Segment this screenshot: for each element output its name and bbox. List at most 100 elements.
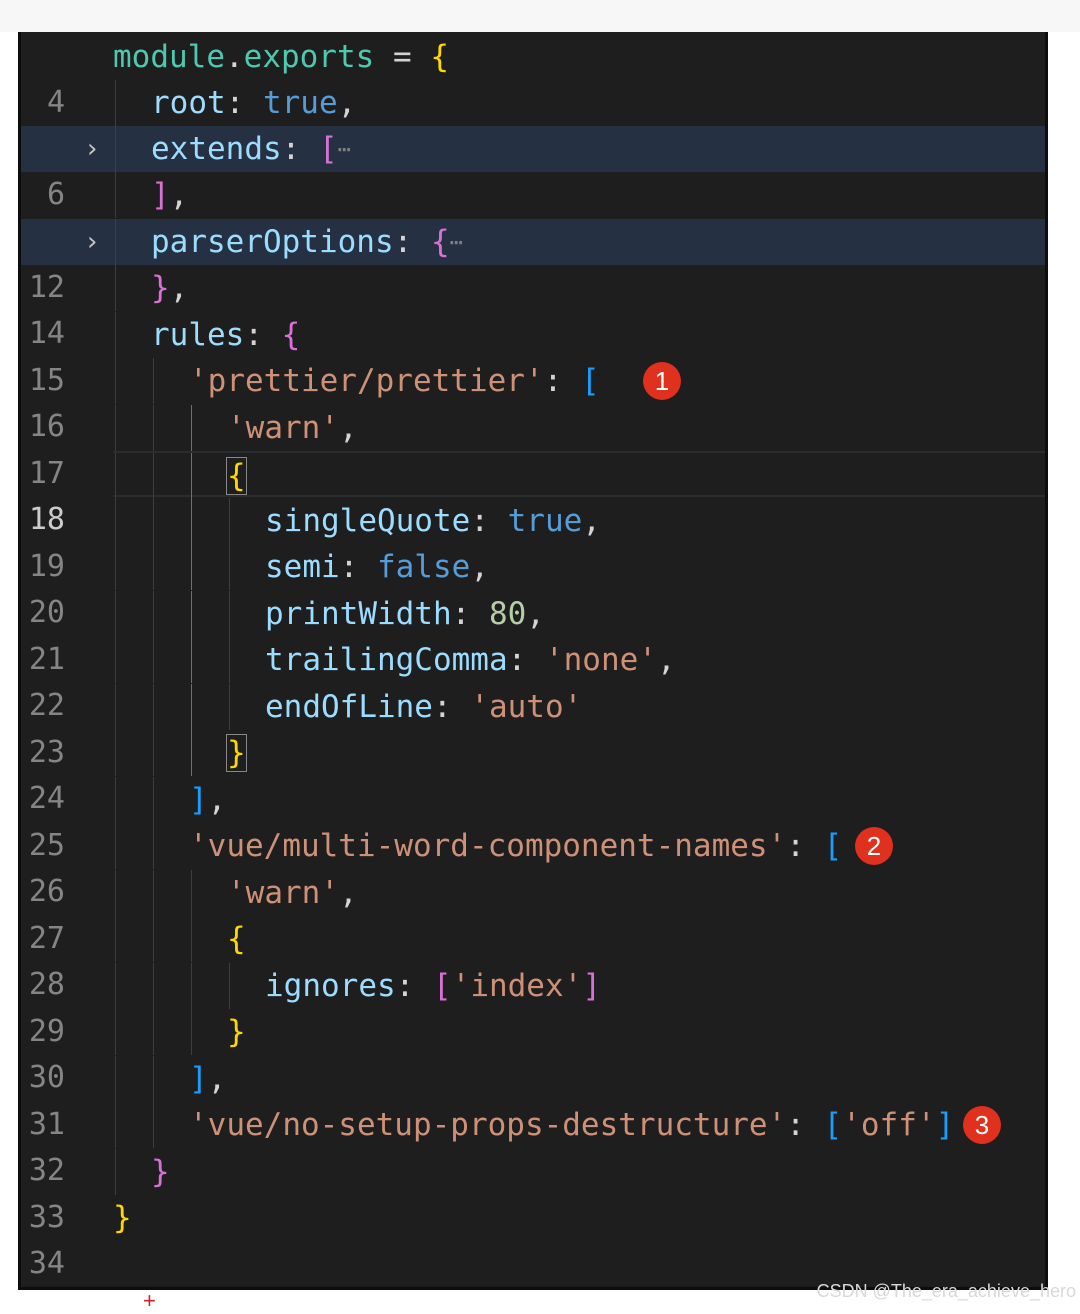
code-token: , [582,503,601,539]
code-token: exports [243,39,375,75]
indent-guide [191,544,192,590]
indent-guide [191,498,192,544]
code-token: : [507,642,545,678]
indent-guide [115,498,116,544]
code-token: , [207,1061,227,1097]
code-token: , [169,270,189,306]
indent-guide [115,172,116,218]
code-token: : [451,596,489,632]
code-token: { [227,921,246,957]
chevron-right-icon[interactable]: › [81,219,103,265]
code-line[interactable]: 26 'vue/multi-word-component-names': [ 2 [21,823,1045,909]
annotation-badge-1: 1 [643,362,681,400]
code-token: [ [318,131,338,167]
indent-guide [115,1149,116,1195]
code-line[interactable]: 16 'prettier/prettier': [ 1 [21,358,1045,444]
code-token: } [113,1200,132,1236]
code-token: semi [265,549,340,585]
indent-guide [191,453,192,499]
code-token: : [393,224,431,260]
code-line-folded[interactable]: 6 › extends: [⋯ [21,126,1045,212]
code-token: true [507,503,583,539]
indent-guide [115,1056,116,1102]
code-token: : [786,1107,824,1143]
indent-guide [115,80,116,126]
code-line[interactable]: 24 } [21,730,1045,816]
code-token: [ [580,363,600,399]
code-line[interactable]: 15 rules: { [21,312,1045,398]
indent-guide [115,219,116,265]
code-token: , [337,85,357,121]
indent-guide [153,498,154,544]
indent-guide [115,544,116,590]
code-line-current[interactable]: 18 { [21,451,1045,537]
code-token: [ [823,1107,843,1143]
code-token: 'index' [451,968,583,1004]
code-line[interactable]: 17 'warn', [21,405,1045,491]
code-line[interactable]: 22 trailingComma: 'none', [21,637,1045,723]
code-token: 'prettier/prettier' [189,363,544,399]
code-token: { [281,317,301,353]
code-token: : [786,828,824,864]
code-token: : [432,689,471,725]
code-token: trailingComma [265,642,508,678]
indent-guide [153,1102,154,1148]
code-line[interactable]: 19 singleQuote: true, [21,498,1045,584]
indent-guide [115,265,116,311]
code-token: 'warn' [227,410,339,446]
indent-guide [229,544,230,590]
indent-guide [153,777,154,823]
code-editor[interactable]: 4 module.exports = { 5 root: true, 6 › e… [18,32,1048,1290]
code-line[interactable]: 11 ], [21,172,1045,258]
code-token: 'vue/multi-word-component-names' [189,828,787,864]
code-token: printWidth [265,596,452,632]
code-line[interactable]: 28 { [21,916,1045,1002]
code-line[interactable]: 32 'vue/no-setup-props-destructure': ['o… [21,1102,1045,1188]
code-token: : [470,503,508,539]
code-token: ] [935,1107,955,1143]
code-token: [ [432,968,452,1004]
code-line[interactable]: 4 module.exports = { [21,34,1045,120]
code-line[interactable]: 29 ignores: ['index'] [21,963,1045,1049]
code-line[interactable]: 25 ], [21,777,1045,863]
code-line[interactable]: 14 }, [21,265,1045,351]
chevron-right-icon[interactable]: › [81,126,103,172]
code-token: ] [151,177,170,213]
code-token: ] [189,782,208,818]
code-token: { [430,224,450,260]
folded-ellipsis-icon[interactable]: ⋯ [338,138,351,163]
indent-guide [229,684,230,730]
code-token: 80 [488,596,527,632]
code-line[interactable]: 30 } [21,1009,1045,1095]
folded-ellipsis-icon[interactable]: ⋯ [450,231,463,256]
indent-guide [115,358,116,404]
code-token: = [374,39,431,75]
indent-guide [229,963,230,1009]
indent-guide [153,684,154,730]
annotation-badge-2: 2 [855,827,893,865]
code-line[interactable]: 21 printWidth: 80, [21,591,1045,677]
indent-guide [115,453,116,499]
window-top-strip [0,0,1080,32]
code-line[interactable]: 27 'warn', [21,870,1045,956]
indent-guide [153,358,154,404]
code-token: 'warn' [227,875,339,911]
code-line[interactable]: 34 } [21,1195,1045,1281]
code-token: . [224,39,244,75]
indent-guide [191,637,192,683]
code-line[interactable]: 31 ], [21,1056,1045,1142]
code-line-folded[interactable]: 12 › parserOptions: {⋯ [21,219,1045,305]
indent-guide [115,916,116,962]
code-line[interactable]: 20 semi: false, [21,544,1045,630]
plus-icon: + [143,1288,156,1313]
indent-guide [115,730,116,776]
indent-guide [115,963,116,1009]
code-token: 'auto' [470,689,583,725]
indent-guide [153,730,154,776]
indent-guide [115,405,116,451]
code-line[interactable]: 33 } [21,1149,1045,1235]
indent-guide [153,637,154,683]
code-line[interactable]: 23 endOfLine: 'auto' [21,684,1045,770]
code-token: , [526,596,545,632]
code-line[interactable]: 5 root: true, [21,80,1045,166]
